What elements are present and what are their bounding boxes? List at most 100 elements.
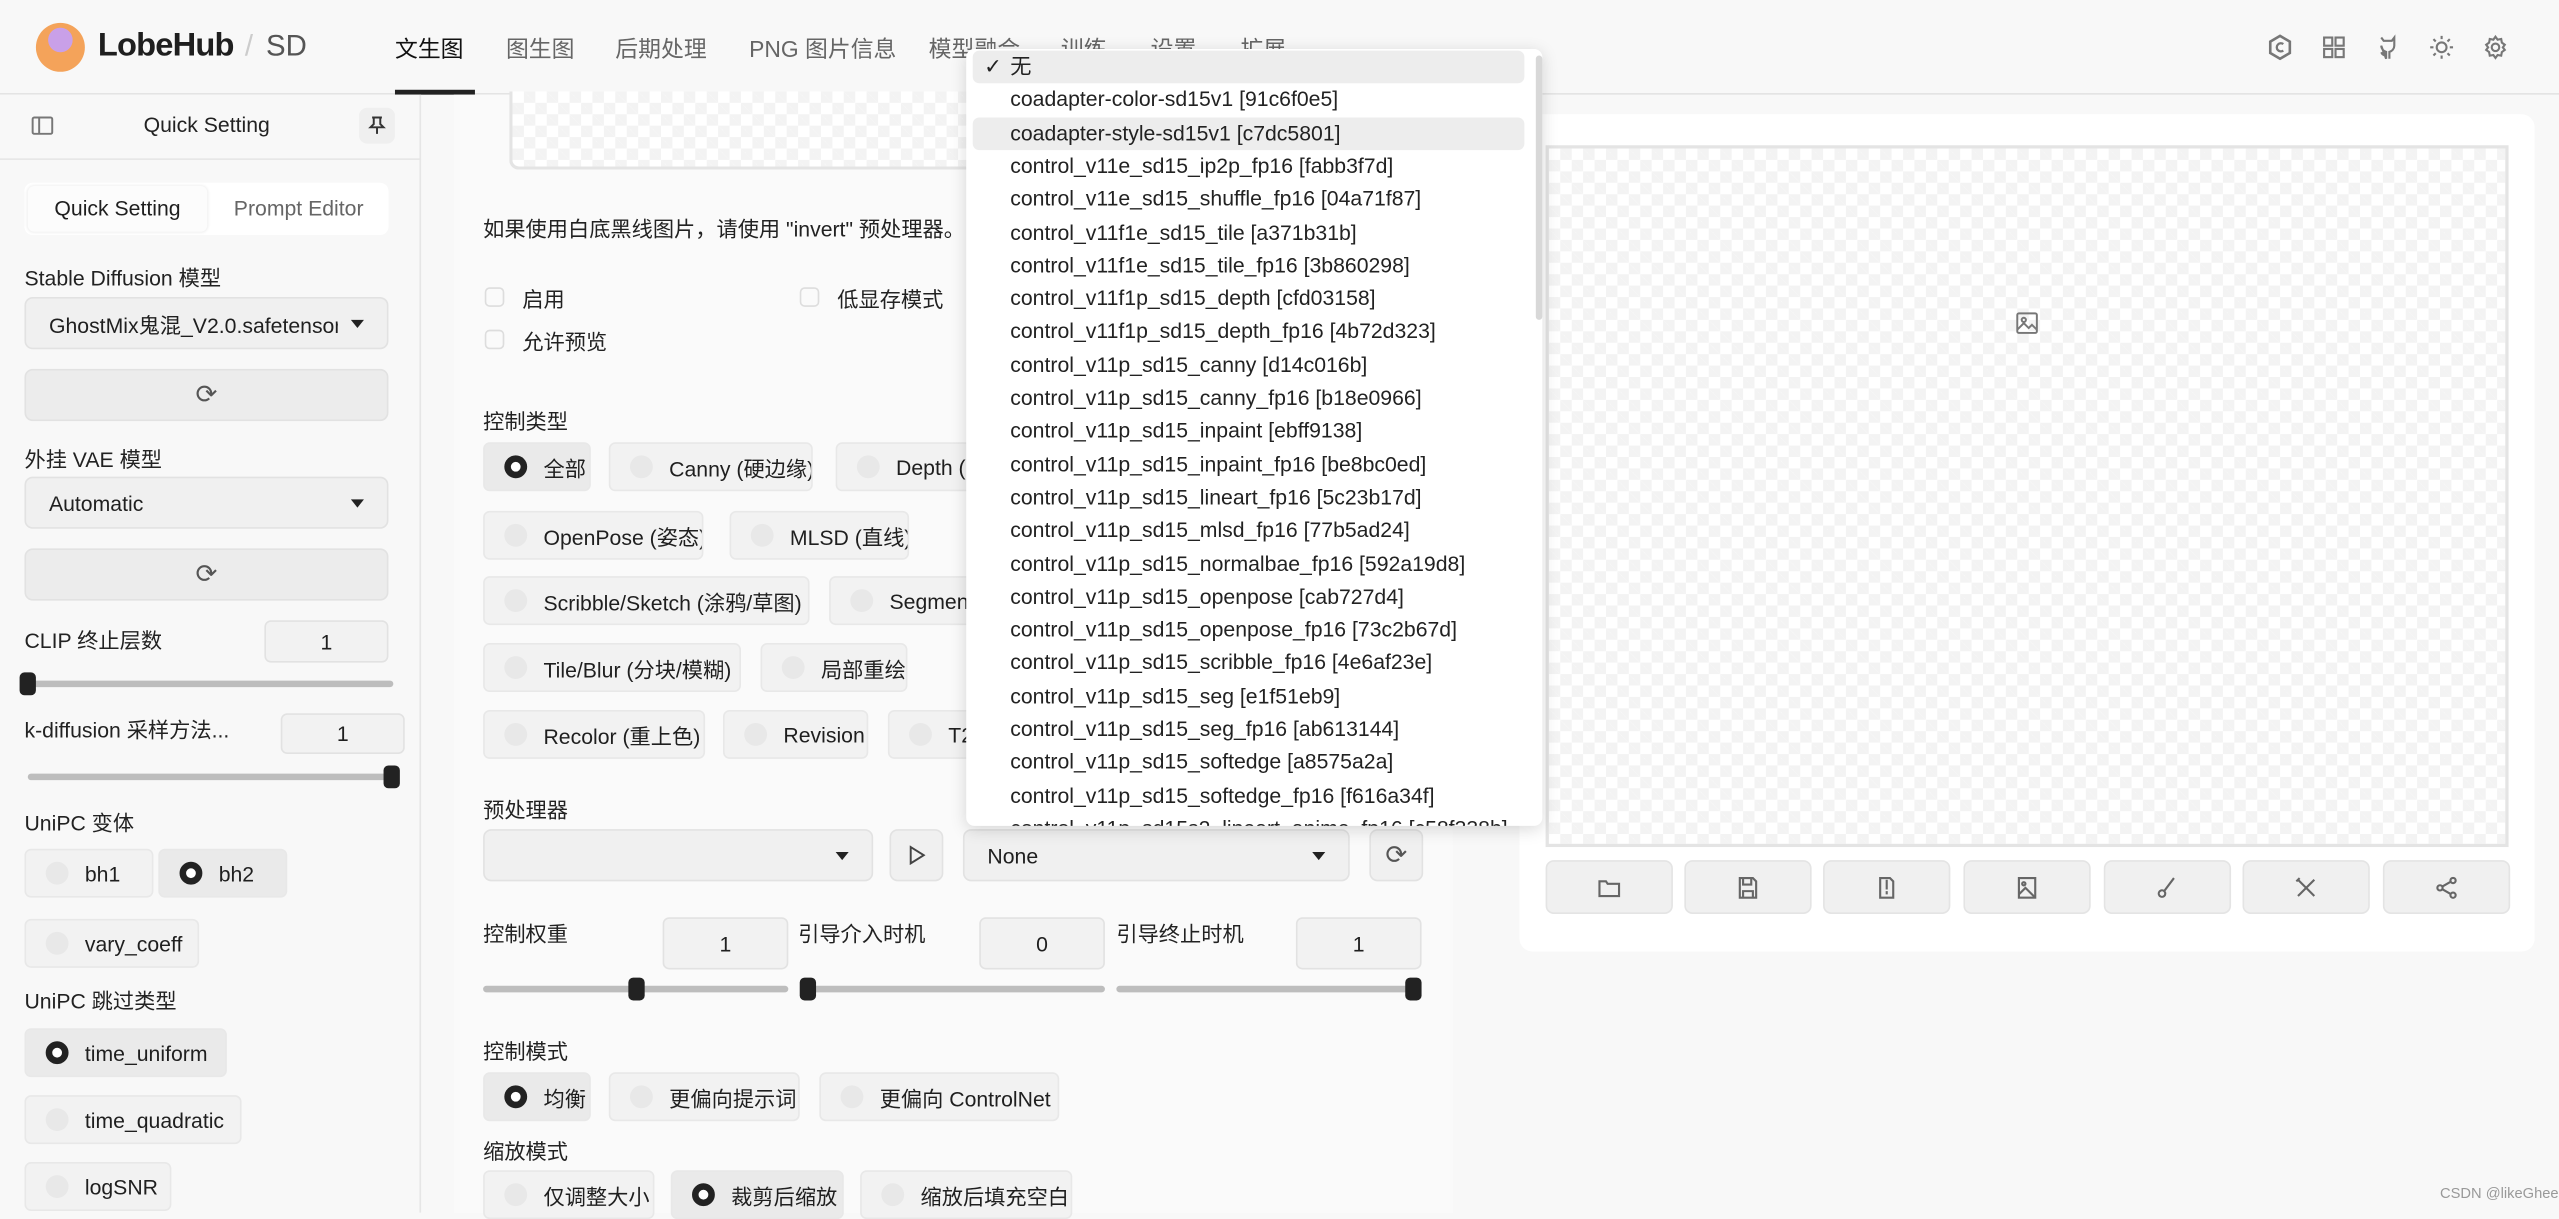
dropdown-option[interactable]: control_v11p_sd15_softedge [a8575a2a] bbox=[973, 746, 1525, 779]
radio-option[interactable]: 更偏向提示词 bbox=[608, 1072, 800, 1122]
edit-tools-button[interactable] bbox=[2242, 860, 2370, 914]
radio-option[interactable]: 全部 bbox=[483, 442, 591, 492]
radio-option[interactable]: Recolor (重上色) bbox=[483, 709, 706, 759]
clip-skip-slider[interactable] bbox=[19, 672, 394, 696]
control-image-upload[interactable] bbox=[509, 91, 999, 170]
nav-tab[interactable]: PNG 图片信息 bbox=[749, 33, 896, 66]
folder-button[interactable] bbox=[1545, 860, 1673, 914]
refresh-vae-button[interactable]: ⟳ bbox=[24, 548, 389, 601]
nav-tab[interactable]: 后期处理 bbox=[615, 33, 706, 66]
vae-select[interactable]: Automatic bbox=[24, 476, 389, 529]
dropdown-option[interactable]: control_v11p_sd15_mlsd_fp16 [77b5ad24] bbox=[973, 514, 1525, 547]
gear-icon[interactable] bbox=[2479, 31, 2512, 64]
low-vram-checkbox[interactable] bbox=[799, 287, 820, 307]
radio-option[interactable]: time_quadratic bbox=[24, 1095, 242, 1145]
sidebar-title: Quick Setting bbox=[143, 112, 270, 138]
radio-option[interactable]: Segment bbox=[829, 576, 976, 626]
radio-option[interactable]: Canny (硬边缘) bbox=[608, 442, 813, 492]
radio-option[interactable]: Depth ( bbox=[835, 442, 983, 492]
radio-option[interactable]: Tile/Blur (分块/模糊) bbox=[483, 643, 741, 693]
zip-button[interactable] bbox=[1823, 860, 1951, 914]
preprocessor-select[interactable] bbox=[483, 829, 874, 882]
refresh-sd-model-button[interactable]: ⟳ bbox=[24, 368, 389, 422]
control-weight-slider[interactable] bbox=[483, 977, 789, 1001]
sidebar-segmented-tabs: Quick Setting Prompt Editor bbox=[24, 182, 389, 236]
dropdown-option[interactable]: control_v11e_sd15_ip2p_fp16 [fabb3f7d] bbox=[973, 150, 1525, 183]
slider-thumb[interactable] bbox=[627, 977, 644, 1001]
dropdown-option[interactable]: control_v11p_sd15_scribble_fp16 [4e6af23… bbox=[973, 647, 1525, 680]
dropdown-option[interactable]: control_v11f1e_sd15_tile [a371b31b] bbox=[973, 216, 1525, 249]
k-diffusion-slider[interactable] bbox=[27, 765, 400, 789]
radio-option[interactable]: OpenPose (姿态) bbox=[483, 510, 704, 560]
dropdown-option[interactable]: control_v11p_sd15_openpose_fp16 [73c2b67… bbox=[973, 614, 1525, 647]
dropdown-option[interactable]: control_v11p_sd15_softedge_fp16 [f616a34… bbox=[973, 779, 1525, 812]
option-label: control_v11p_sd15_openpose [cab727d4] bbox=[1010, 583, 1404, 609]
caret-down-icon bbox=[350, 499, 364, 508]
dropdown-option[interactable]: control_v11p_sd15_seg [e1f51eb9] bbox=[973, 680, 1525, 713]
dropdown-option[interactable]: coadapter-style-sd15v1 [c7dc5801] bbox=[972, 116, 1525, 150]
dropdown-option[interactable]: control_v11f1p_sd15_depth_fp16 [4b72d323… bbox=[973, 316, 1525, 349]
radio-option[interactable]: 更偏向 ControlNet bbox=[819, 1072, 1060, 1122]
dropdown-scrollbar[interactable] bbox=[1535, 55, 1543, 320]
k-diffusion-input[interactable]: 1 bbox=[280, 713, 405, 755]
radio-option[interactable]: Scribble/Sketch (涂鸦/草图) bbox=[483, 576, 810, 626]
dropdown-option[interactable]: control_v11p_sd15_canny [d14c016b] bbox=[973, 349, 1525, 382]
radio-option[interactable]: 局部重绘 bbox=[760, 643, 908, 693]
run-preprocessor-button[interactable] bbox=[889, 829, 944, 882]
model-select[interactable]: None bbox=[962, 829, 1350, 882]
option-label: control_v11f1e_sd15_tile [a371b31b] bbox=[1010, 219, 1357, 244]
share-button[interactable] bbox=[2382, 860, 2511, 914]
refresh-models-button[interactable]: ⟳ bbox=[1369, 829, 1424, 882]
dropdown-option[interactable]: control_v11f1p_sd15_depth [cfd03158] bbox=[973, 283, 1525, 316]
radio-option[interactable]: Revision bbox=[723, 709, 869, 759]
guidance-end-slider[interactable] bbox=[1116, 977, 1422, 1001]
lobehub-logo bbox=[35, 22, 85, 72]
radio-option[interactable]: bh2 bbox=[158, 848, 288, 898]
tab-quick-setting[interactable]: Quick Setting bbox=[27, 186, 208, 232]
radio-option[interactable]: 均衡 bbox=[483, 1072, 591, 1122]
radio-option[interactable]: vary_coeff bbox=[24, 918, 200, 968]
radio-option[interactable]: logSNR bbox=[24, 1162, 172, 1212]
control-weight-input[interactable]: 1 bbox=[662, 917, 789, 970]
github-icon[interactable] bbox=[2371, 31, 2404, 64]
grid-icon[interactable] bbox=[2318, 31, 2351, 64]
dropdown-option[interactable]: control_v11p_sd15_seg_fp16 [ab613144] bbox=[973, 713, 1525, 746]
sd-model-select[interactable]: GhostMix鬼混_V2.0.safetensors bbox=[24, 297, 389, 350]
dropdown-option[interactable]: control_v11p_sd15_canny_fp16 [b18e0966] bbox=[973, 382, 1525, 415]
dropdown-option[interactable]: control_v11p_sd15_inpaint [ebff9138] bbox=[973, 415, 1525, 448]
tab-prompt-editor[interactable]: Prompt Editor bbox=[209, 186, 389, 232]
brush-button[interactable] bbox=[2103, 860, 2232, 914]
sidebar-toggle-icon[interactable] bbox=[31, 114, 54, 137]
guidance-start-slider[interactable] bbox=[799, 977, 1105, 1001]
sun-icon[interactable] bbox=[2425, 31, 2458, 64]
slider-thumb[interactable] bbox=[799, 977, 817, 1001]
dropdown-option[interactable]: control_v11p_sd15_inpaint_fp16 [be8bc0ed… bbox=[973, 448, 1525, 481]
refresh-icon: ⟳ bbox=[1385, 842, 1408, 870]
radio-label: logSNR bbox=[84, 1174, 158, 1199]
dropdown-option[interactable]: control_v11p_sd15_normalbae_fp16 [592a19… bbox=[973, 548, 1525, 581]
save-button[interactable] bbox=[1684, 860, 1812, 914]
guidance-end-input[interactable]: 1 bbox=[1295, 917, 1422, 970]
dropdown-option[interactable]: coadapter-color-sd15v1 [91c6f0e5] bbox=[973, 84, 1525, 117]
dropdown-option[interactable]: control_v11p_sd15_lineart_fp16 [5c23b17d… bbox=[973, 481, 1525, 514]
slider-thumb[interactable] bbox=[383, 765, 400, 789]
image-button[interactable] bbox=[1963, 860, 2091, 914]
dropdown-option[interactable]: ✓ 无 bbox=[972, 50, 1525, 84]
guidance-start-input[interactable]: 0 bbox=[979, 917, 1105, 970]
nav-tab[interactable]: 文生图 bbox=[395, 33, 464, 66]
nav-tab[interactable]: 图生图 bbox=[506, 33, 575, 66]
radio-option[interactable]: time_uniform bbox=[24, 1028, 227, 1078]
dropdown-option[interactable]: control_v11p_sd15_openpose [cab727d4] bbox=[973, 581, 1525, 614]
dropdown-option[interactable]: control_v11p_sd15s2_lineart_anime_fp16 [… bbox=[973, 813, 1525, 826]
enable-checkbox[interactable] bbox=[484, 287, 505, 307]
dropdown-option[interactable]: control_v11e_sd15_shuffle_fp16 [04a71f87… bbox=[973, 183, 1525, 216]
radio-option[interactable]: bh1 bbox=[24, 848, 154, 898]
radio-option[interactable]: MLSD (直线) bbox=[729, 510, 910, 560]
clip-skip-input[interactable]: 1 bbox=[264, 620, 389, 663]
pin-icon[interactable] bbox=[359, 107, 395, 144]
civitai-icon[interactable] bbox=[2264, 31, 2297, 64]
slider-thumb[interactable] bbox=[19, 672, 36, 696]
dropdown-option[interactable]: control_v11f1e_sd15_tile_fp16 [3b860298] bbox=[973, 249, 1525, 282]
slider-thumb[interactable] bbox=[1405, 977, 1422, 1001]
allow-preview-checkbox[interactable] bbox=[484, 329, 505, 350]
